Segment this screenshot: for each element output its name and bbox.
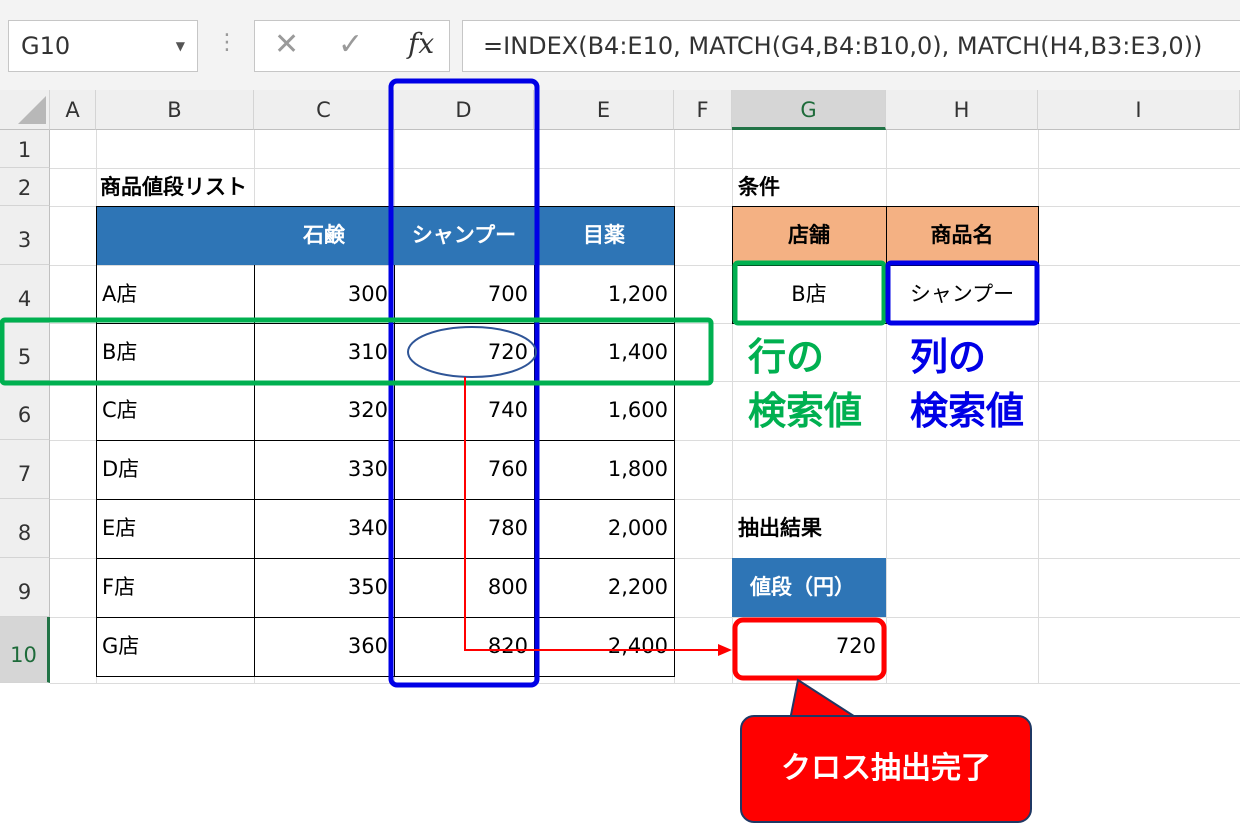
result-arrow-line — [464, 377, 722, 651]
intersection-ellipse — [407, 326, 537, 378]
completion-callout: クロス抽出完了 — [740, 715, 1032, 823]
row-5-highlight — [0, 317, 714, 386]
annotation-overlay — [0, 78, 1040, 721]
result-highlight-box — [732, 617, 887, 681]
col-lookup-box — [885, 260, 1040, 326]
row-lookup-box — [732, 260, 887, 326]
callout-pointer — [788, 678, 864, 721]
result-arrow-head — [718, 644, 732, 656]
